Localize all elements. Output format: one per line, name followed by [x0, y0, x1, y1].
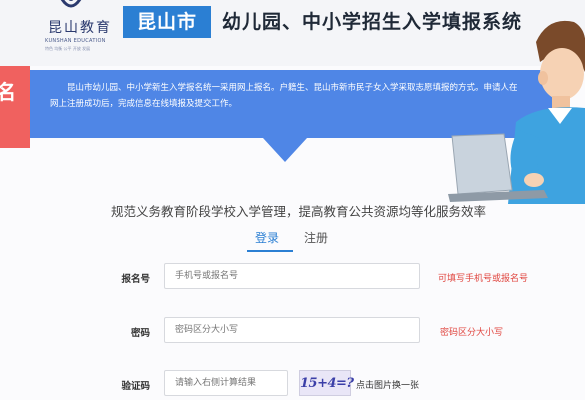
kunshan-education-logo: 昆山教育 KUNSHAN EDUCATION 特色 均衡 公平 开放 发展: [36, 0, 110, 62]
captcha-input[interactable]: [164, 370, 288, 396]
city-badge: 昆山市: [123, 6, 211, 38]
banner-side-tab: 名: [0, 66, 30, 148]
logo-english: KUNSHAN EDUCATION: [45, 38, 106, 44]
captcha-refresh-link[interactable]: 点击图片换一张: [356, 378, 419, 391]
banner-side-char: 名: [0, 80, 16, 104]
tab-register[interactable]: 注册: [304, 229, 328, 253]
logo-tagline: 特色 均衡 公平 开放 发展: [45, 46, 91, 51]
logo-emblem-icon: [60, 0, 82, 8]
password-hint: 密码区分大小写: [440, 328, 504, 338]
account-hint: 可填写手机号或报名号: [438, 274, 529, 284]
password-input[interactable]: [164, 317, 420, 343]
captcha-image[interactable]: 15+4=?: [299, 370, 354, 396]
person-with-laptop-illustration: [448, 21, 585, 204]
account-input[interactable]: [164, 263, 420, 289]
password-label: 密码: [130, 328, 150, 339]
logo-text: 昆山教育: [48, 20, 112, 36]
account-row: 报名号 可填写手机号或报名号: [0, 263, 585, 291]
banner-notch: [263, 138, 307, 162]
password-row: 密码 密码区分大小写: [0, 317, 585, 345]
service-slogan: 规范义务教育阶段学校入学管理，提高教育公共资源均等化服务效率: [110, 204, 486, 219]
captcha-label: 验证码: [121, 381, 150, 392]
captcha-image-text: 15+4=?: [300, 376, 354, 391]
tab-login-underline: [247, 250, 293, 252]
captcha-row: 验证码 15+4=? 点击图片换一张: [0, 370, 585, 398]
account-label: 报名号: [121, 274, 150, 285]
